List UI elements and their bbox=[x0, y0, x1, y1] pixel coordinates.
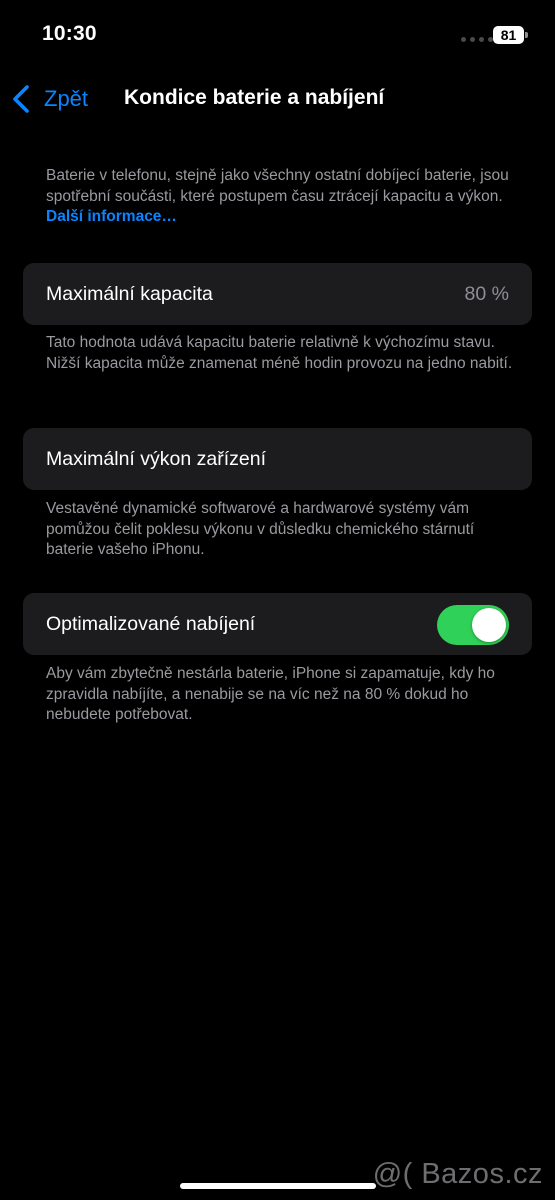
battery-icon: 81 bbox=[493, 26, 524, 44]
chevron-left-icon bbox=[13, 85, 29, 113]
optimized-charging-cell: Optimalizované nabíjení bbox=[23, 593, 532, 655]
max-capacity-value: 80 % bbox=[464, 283, 509, 305]
max-capacity-cell: Maximální kapacita 80 % bbox=[23, 263, 532, 325]
watermark: @( Bazos.cz bbox=[372, 1158, 543, 1190]
back-label: Zpět bbox=[44, 86, 89, 111]
optimized-charging-label: Optimalizované nabíjení bbox=[46, 613, 256, 635]
peak-performance-footnote: Vestavěné dynamické softwarové a hardwar… bbox=[46, 500, 475, 558]
navigation-bar: Zpět Kondice baterie a nabíjení bbox=[0, 70, 555, 126]
status-time: 10:30 bbox=[42, 22, 97, 45]
learn-more-link[interactable]: Další informace… bbox=[46, 208, 177, 225]
intro-description: Baterie v telefonu, stejně jako všechny … bbox=[46, 166, 526, 228]
toggle-knob bbox=[472, 608, 506, 642]
back-button[interactable]: Zpět bbox=[10, 82, 88, 116]
intro-text: Baterie v telefonu, stejně jako všechny … bbox=[46, 167, 509, 205]
optimized-charging-footnote: Aby vám zbytečně nestárla baterie, iPhon… bbox=[46, 665, 495, 723]
cellular-signal-icon bbox=[461, 37, 493, 42]
home-indicator[interactable] bbox=[180, 1183, 376, 1189]
battery-cap bbox=[525, 32, 528, 38]
max-capacity-label: Maximální kapacita bbox=[46, 283, 213, 305]
optimized-charging-toggle[interactable] bbox=[437, 605, 509, 645]
status-bar: 10:30 81 bbox=[0, 0, 555, 70]
page-title: Kondice baterie a nabíjení bbox=[124, 86, 385, 109]
max-capacity-footnote: Tato hodnota udává kapacitu baterie rela… bbox=[46, 334, 513, 372]
battery-level: 81 bbox=[500, 27, 517, 43]
peak-performance-label: Maximální výkon zařízení bbox=[46, 448, 266, 470]
battery-health-screen: 10:30 81 Zpět Kondice baterie a nabíjení… bbox=[0, 0, 555, 1200]
peak-performance-cell: Maximální výkon zařízení bbox=[23, 428, 532, 490]
